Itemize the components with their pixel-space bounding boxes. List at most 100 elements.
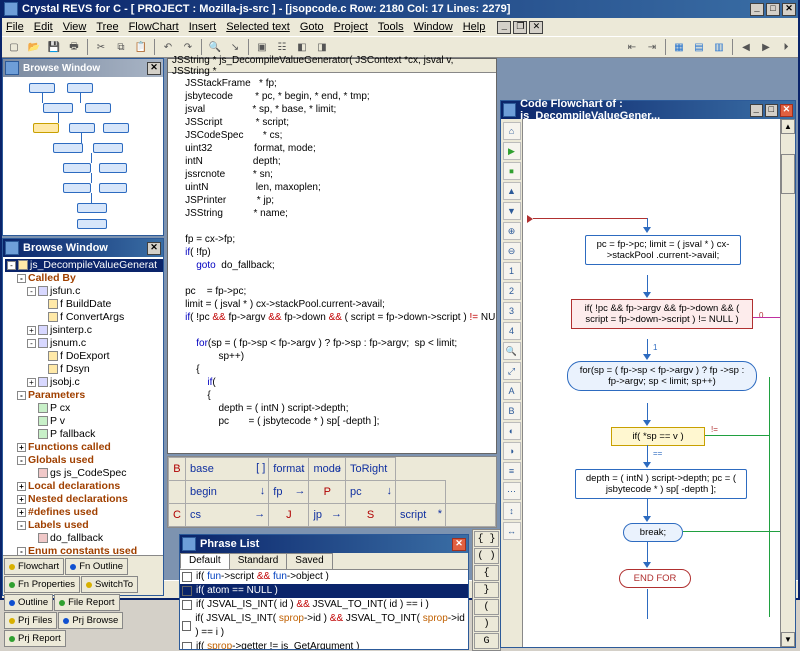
tb-copy-icon[interactable]: ⧉ xyxy=(112,38,130,56)
token-cell[interactable] xyxy=(169,481,186,504)
flow-tool-n4-icon[interactable]: 4 xyxy=(503,322,521,340)
phrase-item[interactable]: if( sprop->getter != js_GetArgument ) xyxy=(180,640,468,649)
flow-tool-up-icon[interactable]: ▲ xyxy=(503,182,521,200)
flow-tool-run-icon[interactable]: ▶ xyxy=(503,142,521,160)
keypad-key[interactable]: { xyxy=(474,565,499,581)
flow-tool-a-icon[interactable]: A xyxy=(503,382,521,400)
browse-tab[interactable]: Fn Properties xyxy=(4,576,80,593)
tree-node[interactable]: f DoExport xyxy=(5,350,163,363)
tree-node[interactable]: -Globals used xyxy=(5,454,163,467)
tb-grid1-icon[interactable]: ▦ xyxy=(670,38,688,56)
tb-misc1-icon[interactable]: ◧ xyxy=(293,38,311,56)
tb-find-icon[interactable]: 🔍 xyxy=(206,38,224,56)
call-graph-canvas[interactable] xyxy=(3,77,163,235)
close-button[interactable]: ✕ xyxy=(782,3,796,16)
token-cell[interactable]: B xyxy=(169,458,186,481)
keypad-key[interactable]: { } xyxy=(474,531,499,547)
tree-node[interactable]: +#defines used xyxy=(5,506,163,519)
phrase-tab[interactable]: Saved xyxy=(286,553,332,569)
tb-print-icon[interactable]: 🖶 xyxy=(65,38,83,56)
phrase-item[interactable]: if( JSVAL_IS_INT( sprop->id ) && JSVAL_T… xyxy=(180,612,468,640)
token-cell[interactable]: base[ ] xyxy=(185,458,268,481)
scroll-up-icon[interactable]: ▲ xyxy=(781,119,795,134)
browse-graph-close-button[interactable]: ✕ xyxy=(147,62,161,75)
browse-tab[interactable]: Prj Files xyxy=(4,612,57,629)
menu-edit[interactable]: Edit xyxy=(34,21,53,33)
tree-node[interactable]: P cx xyxy=(5,402,163,415)
tb-paste-icon[interactable]: 📋 xyxy=(132,38,150,56)
mdi-restore-button[interactable]: ❐ xyxy=(513,21,527,34)
flow-node-if[interactable]: if( !pc && fp->argv && fp->down && ( scr… xyxy=(571,299,753,329)
flow-tool-c-icon[interactable]: ◐ xyxy=(503,422,521,440)
token-cell[interactable] xyxy=(446,504,496,527)
flow-scrollbar[interactable]: ▲ ▼ xyxy=(780,119,795,647)
keypad-key[interactable]: ( xyxy=(474,599,499,615)
browse-tab[interactable]: Prj Report xyxy=(4,630,66,647)
token-cell[interactable]: jp→ xyxy=(309,504,346,527)
flow-tool-e-icon[interactable]: ≡ xyxy=(503,462,521,480)
menu-flowchart[interactable]: FlowChart xyxy=(129,21,179,33)
menu-insert[interactable]: Insert xyxy=(189,21,217,33)
tree-node[interactable]: -jsnum.c xyxy=(5,337,163,350)
mdi-minimize-button[interactable]: _ xyxy=(497,21,511,34)
browse-tab[interactable]: SwitchTo xyxy=(81,576,138,593)
browse-tab[interactable]: File Report xyxy=(54,594,119,611)
menu-tools[interactable]: Tools xyxy=(378,21,404,33)
token-cell[interactable]: S xyxy=(346,504,396,527)
tb-misc2-icon[interactable]: ◨ xyxy=(313,38,331,56)
flow-tool-f-icon[interactable]: ⋯ xyxy=(503,482,521,500)
flow-tool-b-icon[interactable]: B xyxy=(503,402,521,420)
phrase-item[interactable]: if( JSVAL_IS_INT( id ) && JSVAL_TO_INT( … xyxy=(180,598,468,612)
flow-node-body[interactable]: depth = ( intN ) script->depth; pc = ( j… xyxy=(575,469,747,499)
maximize-button[interactable]: □ xyxy=(766,3,780,16)
tb-bk2-icon[interactable]: ▶ xyxy=(757,38,775,56)
tree-node[interactable]: -Enum constants used xyxy=(5,545,163,555)
symbol-tree[interactable]: -js_DecompileValueGenerat-Called By-jsfu… xyxy=(3,257,163,555)
tree-node[interactable]: f Dsyn xyxy=(5,363,163,376)
tree-node[interactable]: P fallback xyxy=(5,428,163,441)
tree-root[interactable]: -js_DecompileValueGenerat xyxy=(5,259,163,272)
phrase-tab[interactable]: Standard xyxy=(229,553,288,569)
keypad-key[interactable]: } xyxy=(474,582,499,598)
flow-tool-down-icon[interactable]: ▼ xyxy=(503,202,521,220)
menu-view[interactable]: View xyxy=(63,21,87,33)
tb-goto-icon[interactable]: ↘ xyxy=(226,38,244,56)
menu-help[interactable]: Help xyxy=(463,21,486,33)
flow-tool-d-icon[interactable]: ◑ xyxy=(503,442,521,460)
tree-node[interactable]: +Nested declarations xyxy=(5,493,163,506)
tb-bk3-icon[interactable]: ⏵ xyxy=(777,38,795,56)
flow-tool-zoom-icon[interactable]: 🔍 xyxy=(503,342,521,360)
token-cell[interactable]: ToRight xyxy=(346,458,396,481)
tree-node[interactable]: +jsobj.c xyxy=(5,376,163,389)
tb-redo-icon[interactable]: ↷ xyxy=(179,38,197,56)
flow-tool-stop-icon[interactable]: ⏹ xyxy=(503,162,521,180)
menu-goto[interactable]: Goto xyxy=(300,21,324,33)
browse-tree-close-button[interactable]: ✕ xyxy=(147,242,161,255)
phrase-tab[interactable]: Default xyxy=(180,553,230,569)
token-cell[interactable]: format↓ xyxy=(269,458,309,481)
token-cell[interactable]: cs→ xyxy=(185,504,268,527)
phrase-item[interactable]: if( atom == NULL ) xyxy=(180,584,468,598)
flow-tool-g-icon[interactable]: ↕ xyxy=(503,502,521,520)
flow-node-decision[interactable]: if( *sp == v ) xyxy=(611,427,705,446)
flow-tool-expand-icon[interactable]: ⊕ xyxy=(503,222,521,240)
keypad-key[interactable]: ) xyxy=(474,616,499,632)
flow-tool-collapse-icon[interactable]: ⊖ xyxy=(503,242,521,260)
flow-tool-n2-icon[interactable]: 2 xyxy=(503,282,521,300)
flow-node-endfor[interactable]: END FOR xyxy=(619,569,691,588)
keypad-key[interactable]: G xyxy=(474,633,499,649)
token-cell[interactable]: J xyxy=(269,504,309,527)
menu-file[interactable]: File xyxy=(6,21,24,33)
token-cell[interactable]: script* xyxy=(396,504,446,527)
tree-node[interactable]: +Local declarations xyxy=(5,480,163,493)
flow-node-break[interactable]: break; xyxy=(623,523,683,542)
tree-node[interactable]: f BuildDate xyxy=(5,298,163,311)
tb-grid2-icon[interactable]: ▤ xyxy=(690,38,708,56)
tb-flow-icon[interactable]: ▣ xyxy=(253,38,271,56)
tb-grid3-icon[interactable]: ▥ xyxy=(710,38,728,56)
tree-node[interactable]: do_fallback xyxy=(5,532,163,545)
flow-tool-n3-icon[interactable]: 3 xyxy=(503,302,521,320)
token-table[interactable]: Bbase[ ]format↓mode↓ToRightbegin↓fp→Ppc↓… xyxy=(168,457,496,527)
menu-window[interactable]: Window xyxy=(414,21,453,33)
browse-tab[interactable]: Outline xyxy=(4,594,53,611)
